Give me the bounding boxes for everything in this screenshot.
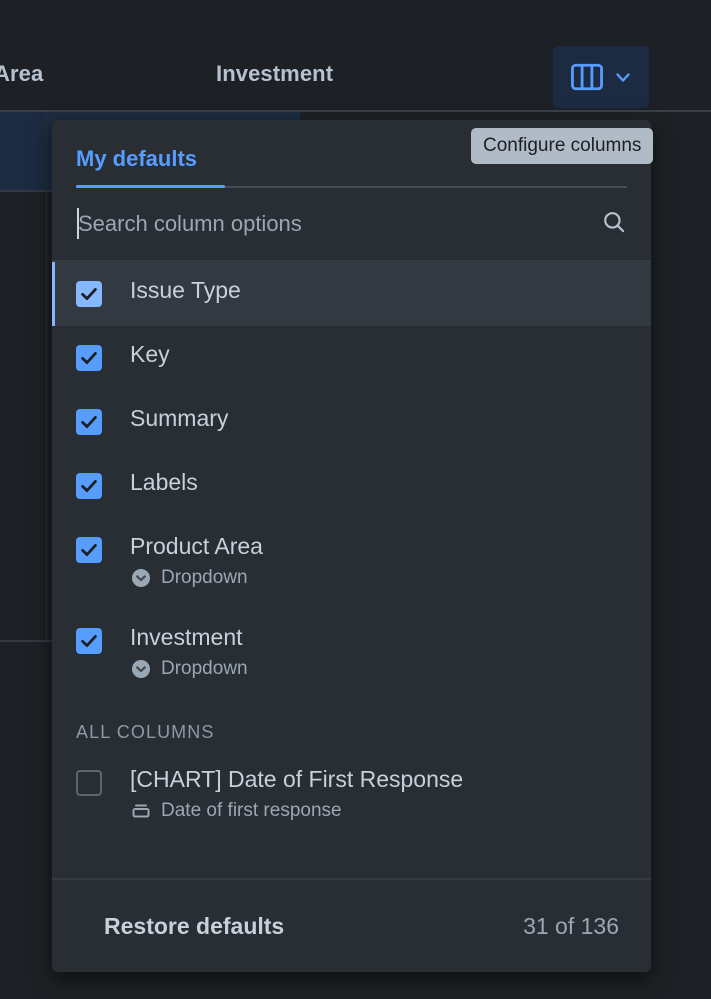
list-item-subtitle-label: Dropdown: [161, 566, 248, 588]
list-item-body: Key: [130, 326, 170, 370]
checkbox-checked[interactable]: [76, 537, 102, 563]
list-item-subtitle: Dropdown: [130, 567, 263, 589]
table-column-header-investment[interactable]: Investment: [216, 61, 333, 87]
list-item[interactable]: Key: [52, 326, 651, 390]
list-item-body: [CHART] Date of First Response Date of f…: [130, 751, 463, 822]
list-item-body: Product Area Dropdown: [130, 518, 263, 589]
text-caret: [77, 208, 79, 239]
tooltip-configure-columns: Configure columns: [471, 128, 654, 164]
checkbox-checked[interactable]: [76, 628, 102, 654]
selected-count-label: 31 of 136: [523, 912, 619, 939]
list-item-body: Investment Dropdown: [130, 609, 248, 680]
list-item[interactable]: Summary: [52, 390, 651, 454]
list-item-label: Product Area: [130, 533, 263, 559]
table-column-rule: [46, 112, 47, 642]
panel-footer: Restore defaults 31 of 136: [52, 878, 651, 972]
list-item-subtitle-label: Dropdown: [161, 657, 248, 679]
list-item[interactable]: Investment Dropdown: [52, 609, 651, 700]
table-column-header-area[interactable]: Area: [0, 61, 43, 87]
list-item-label: Summary: [130, 405, 229, 431]
dropdown-circle-icon: [130, 567, 152, 589]
restore-defaults-button[interactable]: Restore defaults: [104, 913, 284, 940]
checkbox-unchecked[interactable]: [76, 770, 102, 796]
dropdown-circle-icon: [130, 658, 152, 680]
list-item-label: Labels: [130, 469, 198, 495]
columns-icon: [570, 63, 604, 91]
list-item[interactable]: [CHART] Date of First Response Date of f…: [52, 751, 651, 842]
column-options-list: Issue Type Key Summary Labels Product Ar…: [52, 262, 651, 878]
list-item-label: Investment: [130, 624, 243, 650]
list-item[interactable]: Issue Type: [52, 262, 651, 326]
search-row: [52, 188, 651, 260]
chevron-down-icon: [613, 67, 633, 87]
date-field-icon: [130, 800, 152, 822]
list-item[interactable]: Product Area Dropdown: [52, 518, 651, 609]
list-item[interactable]: Labels: [52, 454, 651, 518]
list-item-body: Summary: [130, 390, 228, 434]
configure-columns-popup: My defaults Issue Type: [52, 120, 651, 972]
search-input[interactable]: [76, 211, 601, 237]
list-item-body: Issue Type: [130, 262, 241, 306]
checkbox-checked[interactable]: [76, 473, 102, 499]
section-heading-all-columns: All columns: [76, 722, 215, 742]
checkbox-checked[interactable]: [76, 281, 102, 307]
list-item-label: Key: [130, 341, 170, 367]
search-icon[interactable]: [601, 209, 627, 240]
configure-columns-button[interactable]: [553, 46, 649, 108]
checkbox-checked[interactable]: [76, 409, 102, 435]
list-item-subtitle: Date of first response: [130, 800, 463, 822]
list-item-subtitle-label: Date of first response: [161, 799, 342, 821]
checkbox-checked[interactable]: [76, 345, 102, 371]
list-item-subtitle: Dropdown: [130, 658, 248, 680]
list-item-body: Labels: [130, 454, 198, 498]
list-item-label: Issue Type: [130, 277, 241, 303]
tab-my-defaults[interactable]: My defaults: [76, 146, 197, 188]
list-item-label: [CHART] Date of First Response: [130, 766, 464, 792]
